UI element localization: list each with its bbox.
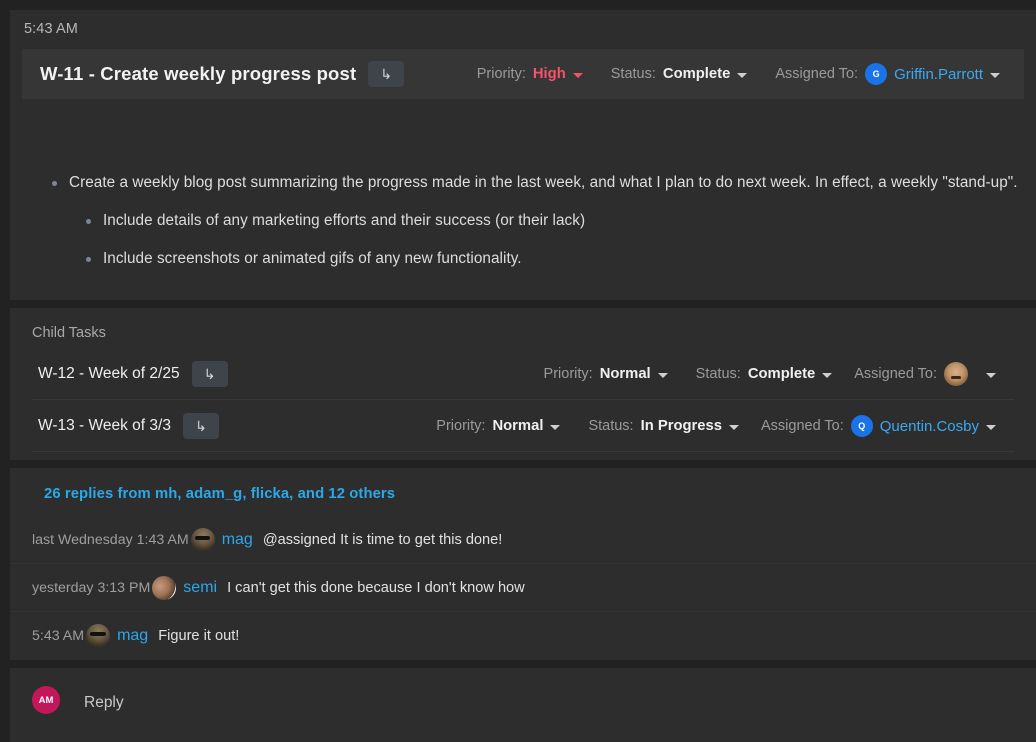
chevron-down-icon[interactable] — [550, 424, 561, 430]
priority-label: Priority: — [436, 418, 486, 434]
comment-author[interactable]: mag — [117, 627, 148, 645]
comment-timestamp: 5:43 AM — [32, 628, 85, 644]
goto-task-button[interactable]: ↳ — [368, 61, 405, 87]
comment-body: Figure it out! — [158, 628, 240, 644]
row-divider — [32, 451, 1014, 452]
comment-row: 5:43 AM mag Figure it out! — [10, 612, 1036, 660]
avatar — [152, 576, 177, 600]
child-assignee-group[interactable]: Assigned To: — [854, 362, 996, 386]
chevron-down-icon[interactable] — [990, 72, 1000, 78]
priority-value: Normal — [492, 418, 544, 434]
comment-row: last Wednesday 1:43 AM mag @assigned It … — [10, 516, 1036, 564]
subtask-arrow-icon: ↳ — [380, 66, 393, 82]
avatar — [86, 624, 111, 648]
task-assignee-group[interactable]: Assigned To: G Griffin.Parrott — [775, 63, 1000, 85]
avatar — [190, 528, 215, 552]
child-task-name[interactable]: W-13 - Week of 3/3 — [38, 417, 171, 435]
status-value: Complete — [747, 366, 816, 382]
priority-value: Normal — [599, 366, 651, 382]
status-value: In Progress — [640, 418, 722, 434]
reply-input[interactable]: Reply — [84, 694, 124, 712]
priority-label: Priority: — [476, 66, 526, 82]
comment-row: yesterday 3:13 PM semi I can't get this … — [10, 564, 1036, 612]
assignee-name[interactable]: Quentin.Cosby — [880, 418, 979, 435]
task-detail-page: 5:43 AM W-11 - Create weekly progress po… — [0, 0, 1036, 742]
task-card: 5:43 AM W-11 - Create weekly progress po… — [10, 10, 1036, 300]
bullet-icon — [52, 181, 57, 186]
reply-card: AM Reply — [10, 668, 1036, 742]
chevron-down-icon[interactable] — [737, 72, 748, 78]
list-item: Create a weekly blog post summarizing th… — [10, 172, 1036, 193]
task-timestamp: 5:43 AM — [24, 21, 78, 37]
chevron-down-icon[interactable] — [986, 424, 996, 430]
avatar — [944, 362, 968, 386]
bullet-text: Include screenshots or animated gifs of … — [103, 250, 522, 267]
task-description: Create a weekly blog post summarizing th… — [10, 115, 1036, 269]
list-item: Include details of any marketing efforts… — [10, 210, 1036, 231]
child-task-name[interactable]: W-12 - Week of 2/25 — [38, 365, 180, 383]
chevron-down-icon[interactable] — [822, 372, 833, 378]
avatar: AM — [32, 686, 60, 714]
child-priority-group[interactable]: Priority: Normal — [436, 418, 561, 434]
comment-author[interactable]: semi — [183, 579, 217, 597]
task-header-bar: W-11 - Create weekly progress post ↳ Pri… — [22, 49, 1024, 99]
replies-summary-link[interactable]: 26 replies from mh, adam_g, flicka, and … — [44, 486, 395, 502]
assigned-to-label: Assigned To: — [854, 366, 937, 382]
task-title: W-11 - Create weekly progress post — [40, 63, 357, 84]
goto-child-task-button[interactable]: ↳ — [191, 361, 228, 387]
task-status-group[interactable]: Status: Complete — [611, 66, 748, 82]
assigned-to-label: Assigned To: — [775, 66, 859, 82]
priority-label: Priority: — [543, 366, 593, 382]
assignee-name[interactable]: Griffin.Parrott — [894, 66, 983, 83]
avatar: Q — [850, 415, 873, 437]
chevron-down-icon[interactable] — [986, 372, 996, 378]
chevron-down-icon[interactable] — [572, 72, 583, 78]
status-label: Status: — [588, 418, 634, 434]
status-value: Complete — [662, 66, 731, 82]
chevron-down-icon[interactable] — [657, 372, 668, 378]
status-label: Status: — [695, 366, 741, 382]
task-priority-group[interactable]: Priority: High — [477, 66, 583, 82]
comment-body: I can't get this done because I don't kn… — [227, 580, 525, 596]
comment-body: @assigned It is time to get this done! — [262, 532, 503, 548]
comment-timestamp: yesterday 3:13 PM — [32, 580, 151, 596]
assigned-to-label: Assigned To: — [761, 418, 844, 434]
child-status-group[interactable]: Status: In Progress — [588, 418, 739, 434]
chevron-down-icon[interactable] — [729, 424, 739, 430]
child-assignee-group[interactable]: Assigned To: Q Quentin.Cosby — [761, 415, 996, 437]
list-item: Include screenshots or animated gifs of … — [10, 248, 1036, 269]
child-tasks-card: Child Tasks W-12 - Week of 2/25 ↳ Priori… — [10, 308, 1036, 460]
comment-timestamp: last Wednesday 1:43 AM — [32, 532, 189, 548]
avatar: G — [865, 63, 888, 85]
status-label: Status: — [610, 66, 656, 82]
subtask-arrow-icon: ↳ — [195, 418, 207, 434]
subtask-arrow-icon: ↳ — [203, 366, 216, 382]
child-tasks-heading: Child Tasks — [32, 325, 106, 341]
child-status-group[interactable]: Status: Complete — [696, 366, 833, 382]
child-task-row[interactable]: W-13 - Week of 3/3 ↳ Priority: Normal St… — [10, 400, 1036, 452]
goto-child-task-button[interactable]: ↳ — [182, 413, 219, 439]
priority-value: High — [532, 66, 566, 82]
bullet-text: Create a weekly blog post summarizing th… — [69, 174, 1018, 191]
child-priority-group[interactable]: Priority: Normal — [544, 366, 668, 382]
comment-author[interactable]: mag — [222, 531, 253, 549]
bullet-icon — [86, 257, 91, 262]
comments-card: 26 replies from mh, adam_g, flicka, and … — [10, 468, 1036, 660]
bullet-text: Include details of any marketing efforts… — [103, 212, 586, 229]
bullet-icon — [86, 219, 91, 224]
child-task-row[interactable]: W-12 - Week of 2/25 ↳ Priority: Normal S… — [10, 348, 1036, 400]
